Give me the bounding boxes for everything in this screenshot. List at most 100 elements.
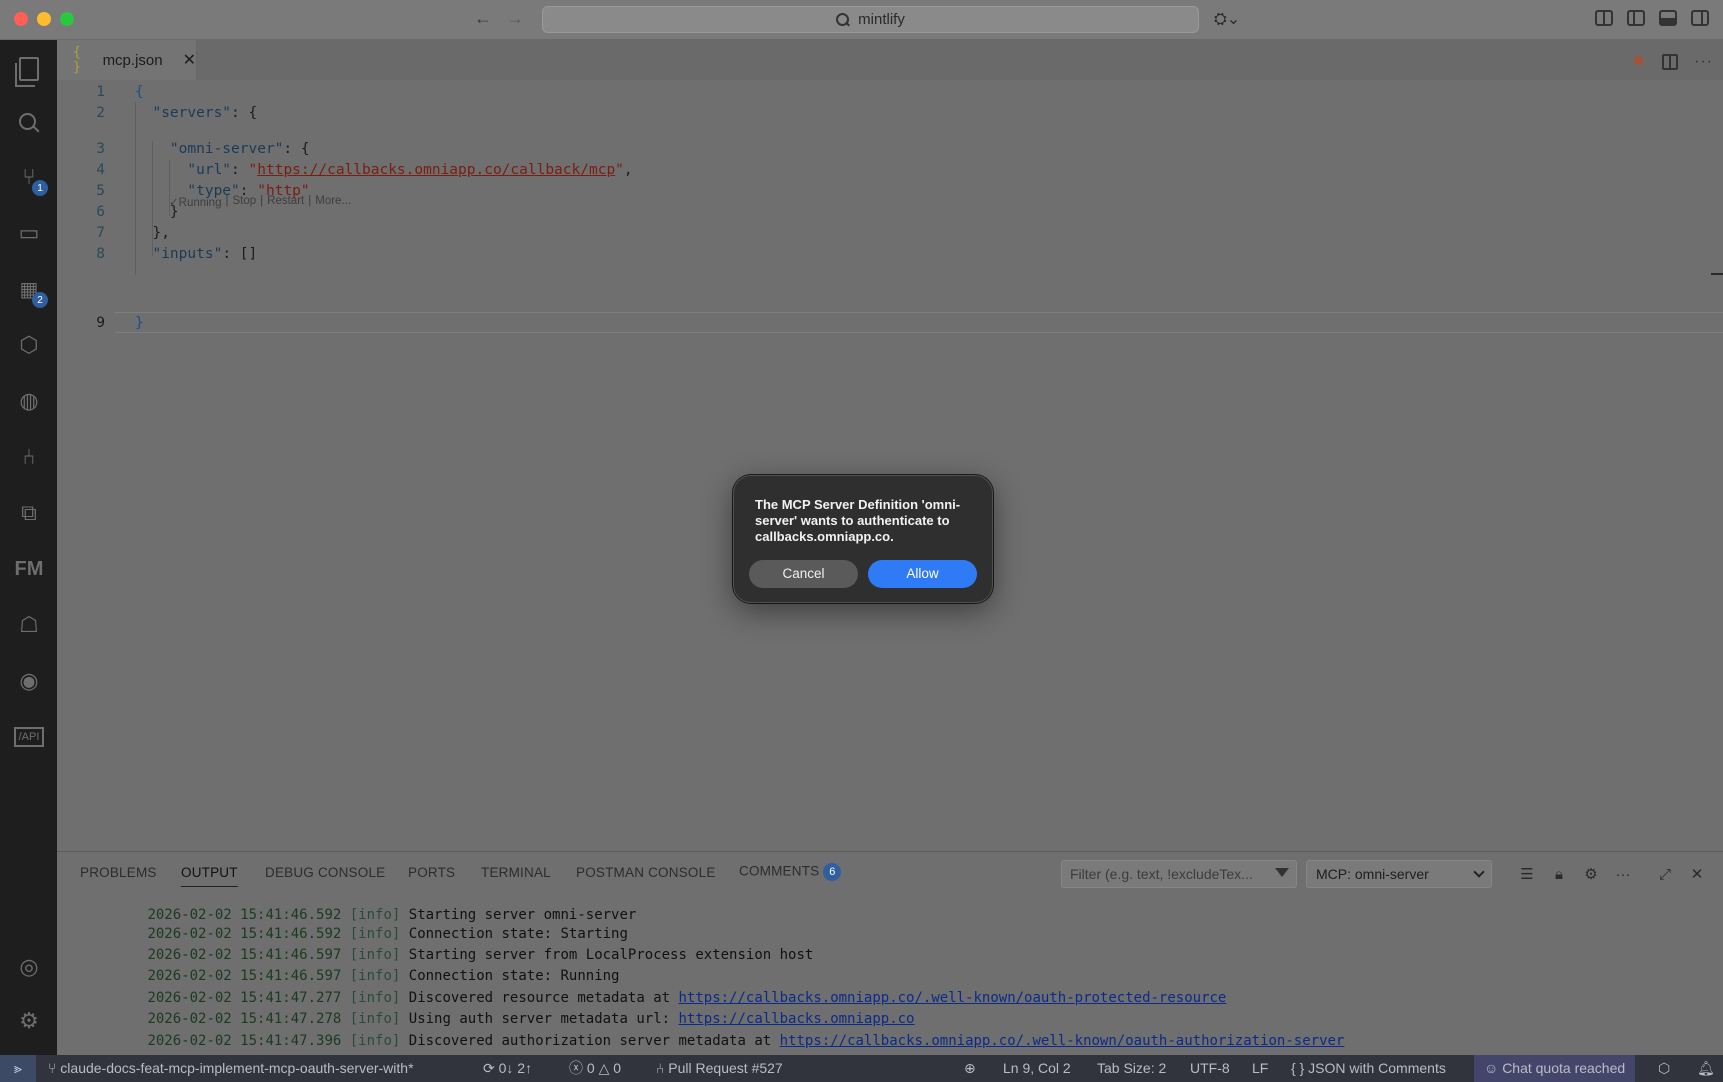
command-center-text: mintlify — [858, 11, 905, 28]
gear-icon[interactable]: ⚙ — [14, 1006, 44, 1036]
back-arrow-icon[interactable]: ← — [474, 8, 492, 29]
toggle-primary-sidebar-icon[interactable] — [1627, 10, 1645, 26]
forward-arrow-icon[interactable]: → — [506, 8, 524, 29]
output-log[interactable]: 2026-02-02 15:41:46.592 [info] Starting … — [57, 894, 1723, 1056]
tab-label: mcp.json — [102, 51, 163, 69]
lock-icon[interactable]: 🔒︎ — [1550, 865, 1568, 883]
more-actions-icon[interactable]: ··· — [1614, 865, 1632, 883]
toggle-panel-icon[interactable] — [1659, 10, 1677, 26]
postman-icon[interactable]: ◉ — [14, 666, 44, 696]
editor-tab-bar: { } mcp.json ✕ ✷ ··· — [57, 40, 1723, 80]
command-center-search[interactable]: mintlify — [542, 6, 1199, 33]
split-editor-icon[interactable] — [1662, 53, 1679, 70]
braces-icon: { } — [1291, 1060, 1305, 1076]
zoom-icon[interactable]: ⊕ — [964, 1055, 976, 1082]
branch-icon: ⑂ — [48, 1060, 61, 1076]
source-control-badge: 1 — [32, 180, 48, 196]
claude-icon[interactable]: ✷ — [1631, 51, 1646, 72]
filter-icon[interactable] — [1275, 868, 1289, 877]
end-of-line[interactable]: LF — [1252, 1055, 1268, 1082]
code-editor[interactable]: 1 { 2 "servers": { ✓Running | Stop | Res… — [57, 80, 1723, 851]
tab-size[interactable]: Tab Size: 2 — [1097, 1055, 1166, 1082]
log-link[interactable]: https://callbacks.omniapp.co/.well-known… — [780, 1033, 1345, 1049]
tab-mcp-json[interactable]: { } mcp.json ✕ — [57, 40, 197, 80]
hexagon-extension-icon[interactable]: ⬡ — [14, 330, 44, 360]
remote-explorer-icon[interactable]: ▭ — [14, 218, 44, 248]
code-line: 9 } — [96, 315, 144, 331]
log-line: 2026-02-02 15:41:47.277 [info] Discovere… — [147, 990, 1227, 1006]
tab-output[interactable]: OUTPUT — [181, 865, 238, 887]
auth-permission-dialog: The MCP Server Definition 'omni-server' … — [733, 475, 993, 603]
pull-request-icon: ⑃ — [656, 1060, 669, 1076]
layout-controls — [1595, 10, 1709, 26]
copilot-menu-icon[interactable]: ⛭⌄ — [1214, 9, 1240, 29]
code-line: 5 "type": "http" — [96, 183, 310, 199]
copilot-status-icon[interactable]: ⬡ — [1658, 1055, 1670, 1082]
extensions-badge: 2 — [32, 292, 48, 308]
log-line: 2026-02-02 15:41:46.592 [info] Connectio… — [147, 926, 628, 942]
chat-quota-indicator[interactable]: ☺ Chat quota reached — [1474, 1055, 1636, 1082]
warning-icon: △ — [598, 1060, 614, 1076]
status-bar: ⪢ ⑂ claude-docs-feat-mcp-implement-mcp-o… — [0, 1055, 1723, 1082]
copilot-icon: ☺ — [1484, 1060, 1503, 1076]
tab-terminal[interactable]: TERMINAL — [481, 865, 551, 887]
search-icon — [836, 12, 850, 27]
log-line: 2026-02-02 15:41:46.597 [info] Connectio… — [147, 968, 620, 984]
code-line: 1 { — [96, 84, 144, 100]
chevron-down-icon — [1473, 866, 1485, 878]
tab-ports[interactable]: PORTS — [408, 865, 455, 887]
bottom-panel: PROBLEMS OUTPUT DEBUG CONSOLE PORTS TERM… — [57, 851, 1723, 1055]
pull-requests-icon[interactable]: ⑃ — [14, 442, 44, 472]
dialog-message: The MCP Server Definition 'omni-server' … — [755, 497, 961, 544]
log-line: 2026-02-02 15:41:47.278 [info] Using aut… — [147, 1011, 915, 1027]
tab-debug-console[interactable]: DEBUG CONSOLE — [265, 865, 385, 887]
code-line: 6 } — [96, 204, 179, 220]
robot-icon[interactable]: ☖ — [14, 610, 44, 640]
tab-problems[interactable]: PROBLEMS — [80, 865, 157, 887]
maximize-window-button[interactable] — [60, 12, 74, 26]
output-filter-input[interactable]: Filter (e.g. text, !excludeTex... — [1061, 860, 1297, 888]
output-channel-select[interactable]: MCP: omni-server — [1306, 860, 1492, 888]
github-icon[interactable]: ◍ — [14, 386, 44, 416]
hierarchy-icon[interactable]: ⧉ — [14, 498, 44, 528]
language-mode[interactable]: { } JSON with Comments — [1291, 1055, 1446, 1082]
encoding[interactable]: UTF-8 — [1190, 1055, 1230, 1082]
minimize-window-button[interactable] — [37, 12, 51, 26]
api-icon[interactable]: /API — [13, 722, 45, 752]
gear-icon[interactable]: ⚙ — [1582, 865, 1600, 883]
panel-tabs: PROBLEMS OUTPUT DEBUG CONSOLE PORTS TERM… — [57, 852, 1723, 894]
pull-request-indicator[interactable]: ⑃ Pull Request #527 — [656, 1055, 783, 1082]
editor-actions: ✷ ··· — [1631, 51, 1713, 72]
cursor-position[interactable]: Ln 9, Col 2 — [1003, 1055, 1071, 1082]
fm-extension-icon[interactable]: FM — [14, 554, 44, 584]
clear-output-icon[interactable]: ☰ — [1518, 865, 1536, 883]
search-icon[interactable] — [14, 108, 44, 138]
cancel-button[interactable]: Cancel — [749, 560, 858, 588]
log-line: 2026-02-02 15:41:46.597 [info] Starting … — [147, 947, 814, 963]
problems-indicator[interactable]: ⓧ 0 △ 0 — [569, 1055, 621, 1082]
more-actions-icon[interactable]: ··· — [1694, 53, 1713, 71]
extensions-icon[interactable]: ▦ 2 — [14, 274, 48, 308]
customize-layout-icon[interactable] — [1595, 10, 1613, 26]
log-line: 2026-02-02 15:41:47.396 [info] Discovere… — [147, 1033, 1345, 1049]
source-control-icon[interactable]: ⑂ 1 — [14, 162, 48, 196]
accounts-icon[interactable]: ◎ — [14, 952, 44, 982]
url-link[interactable]: https://callbacks.omniapp.co/callback/mc… — [257, 162, 615, 178]
code-line: 8 "inputs": [] — [96, 246, 258, 262]
allow-button[interactable]: Allow — [868, 560, 977, 588]
editor-area: { } mcp.json ✕ ✷ ··· 1 { 2 "servers": { — [57, 40, 1723, 851]
toggle-secondary-sidebar-icon[interactable] — [1691, 10, 1709, 26]
maximize-panel-icon[interactable]: ⤢ — [1656, 865, 1674, 883]
tab-postman-console[interactable]: POSTMAN CONSOLE — [576, 865, 716, 887]
explorer-icon[interactable] — [14, 54, 44, 87]
close-icon[interactable]: ✕ — [183, 50, 196, 70]
sync-indicator[interactable]: ⟳ 0↓ 2↑ — [483, 1055, 532, 1082]
branch-indicator[interactable]: ⑂ claude-docs-feat-mcp-implement-mcp-oau… — [48, 1055, 414, 1082]
close-window-button[interactable] — [14, 12, 28, 26]
json-file-icon: { } — [73, 45, 81, 75]
title-bar: ← → mintlify ⛭⌄ — [0, 0, 1723, 40]
tab-comments[interactable]: COMMENTS 6 — [739, 863, 842, 885]
remote-indicator-icon[interactable]: ⪢ — [0, 1055, 36, 1082]
close-icon[interactable]: ✕ — [1688, 865, 1706, 883]
notifications-bell-icon[interactable]: 🔔︎ — [1697, 1055, 1715, 1082]
